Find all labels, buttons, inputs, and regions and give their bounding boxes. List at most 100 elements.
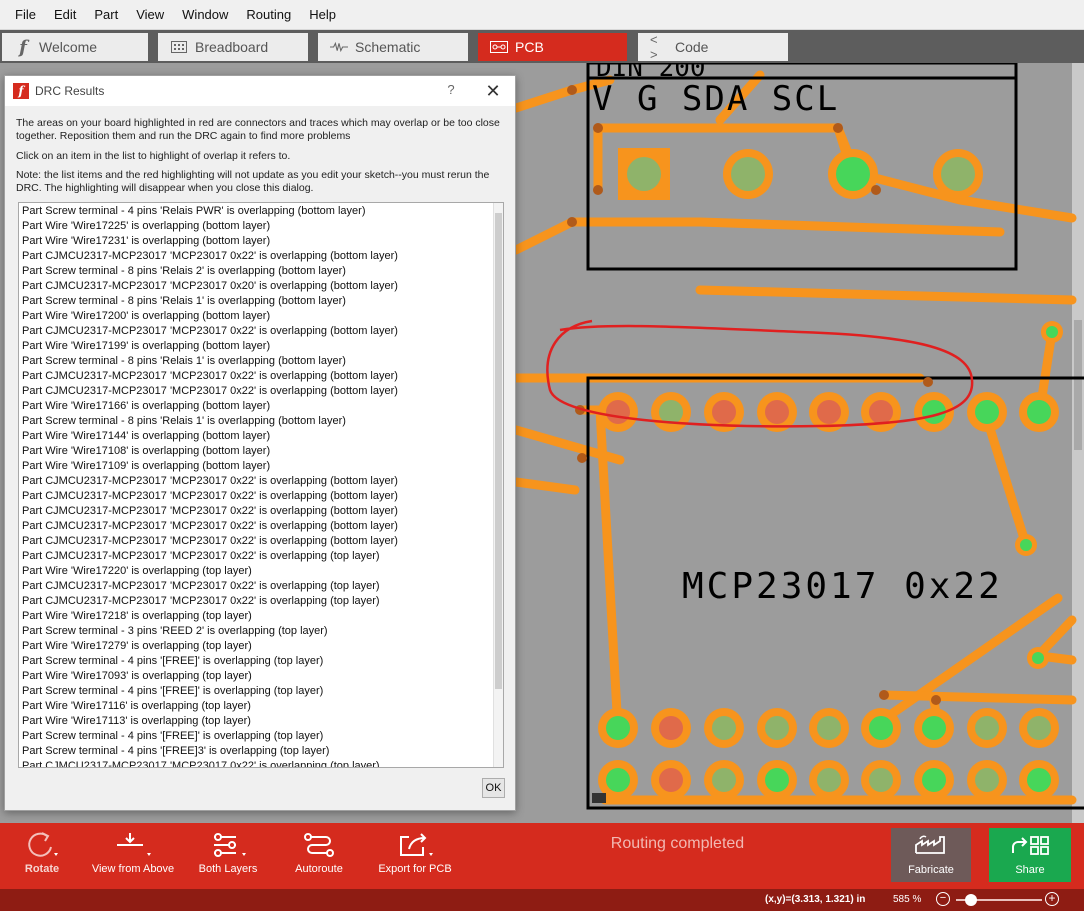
- drc-result-item[interactable]: Part CJMCU2317-MCP23017 'MCP23017 0x22' …: [22, 324, 503, 339]
- export-for-pcb-label: Export for PCB: [378, 863, 452, 875]
- chip-pads-row-2: [598, 708, 1059, 748]
- view-from-above-label: View from Above: [91, 863, 175, 875]
- zoom-slider-thumb[interactable]: [964, 894, 977, 906]
- tab-code[interactable]: < > Code: [638, 32, 788, 62]
- autoroute-button[interactable]: Autoroute: [288, 827, 350, 885]
- menu-routing[interactable]: Routing: [237, 0, 300, 30]
- drc-result-item[interactable]: Part Screw terminal - 4 pins '[FREE]' is…: [22, 729, 503, 744]
- fabricate-label: Fabricate: [908, 863, 954, 876]
- rotate-label: Rotate: [24, 863, 60, 875]
- autoroute-icon: [299, 827, 339, 861]
- both-layers-button[interactable]: Both Layers: [194, 827, 262, 885]
- drc-result-item[interactable]: Part Wire 'Wire17200' is overlapping (bo…: [22, 309, 503, 324]
- menu-file[interactable]: File: [6, 0, 45, 30]
- drc-result-item[interactable]: Part Screw terminal - 4 pins '[FREE]' is…: [22, 684, 503, 699]
- help-button[interactable]: ?: [441, 82, 461, 100]
- tab-label: Welcome: [39, 39, 98, 55]
- drc-result-item[interactable]: Part Wire 'Wire17220' is overlapping (to…: [22, 564, 503, 579]
- ok-button[interactable]: OK: [482, 778, 505, 798]
- dialog-title: DRC Results: [35, 84, 105, 98]
- drc-result-item[interactable]: Part CJMCU2317-MCP23017 'MCP23017 0x22' …: [22, 759, 503, 767]
- fritzing-logo-icon: f: [19, 36, 27, 58]
- drc-result-item[interactable]: Part CJMCU2317-MCP23017 'MCP23017 0x22' …: [22, 474, 503, 489]
- drc-result-item[interactable]: Part Wire 'Wire17279' is overlapping (to…: [22, 639, 503, 654]
- pcb-icon: [490, 39, 508, 55]
- drc-results-list[interactable]: Part Screw terminal - 4 pins 'Relais PWR…: [18, 202, 504, 768]
- drc-result-item[interactable]: Part Screw terminal - 3 pins 'REED 2' is…: [22, 624, 503, 639]
- share-label: Share: [1015, 863, 1045, 876]
- tab-pcb[interactable]: PCB: [478, 33, 627, 61]
- drc-result-item[interactable]: Part CJMCU2317-MCP23017 'MCP23017 0x22' …: [22, 519, 503, 534]
- drc-results-dialog: f DRC Results ? ✕ The areas on your boar…: [4, 75, 516, 811]
- drc-result-item[interactable]: Part Screw terminal - 8 pins 'Relais 1' …: [22, 354, 503, 369]
- fabricate-button[interactable]: Fabricate: [891, 828, 971, 882]
- schematic-icon: [330, 39, 348, 55]
- drc-result-item[interactable]: Part Screw terminal - 4 pins 'Relais PWR…: [22, 204, 503, 219]
- drc-result-item[interactable]: Part Screw terminal - 8 pins 'Relais 1' …: [22, 294, 503, 309]
- drc-result-item[interactable]: Part Wire 'Wire17116' is overlapping (to…: [22, 699, 503, 714]
- tab-breadboard[interactable]: Breadboard: [158, 33, 308, 61]
- drc-result-item[interactable]: Part CJMCU2317-MCP23017 'MCP23017 0x22' …: [22, 579, 503, 594]
- cursor-coordinates: (x,y)=(3.313, 1.321) in: [765, 894, 866, 905]
- list-scrollbar[interactable]: [493, 203, 503, 767]
- tab-schematic[interactable]: Schematic: [318, 33, 468, 61]
- drc-result-item[interactable]: Part CJMCU2317-MCP23017 'MCP23017 0x22' …: [22, 384, 503, 399]
- autoroute-label: Autoroute: [295, 863, 343, 875]
- export-for-pcb-button[interactable]: Export for PCB: [372, 827, 458, 885]
- view-from-above-icon: [113, 827, 153, 861]
- fritzing-app-icon: f: [13, 83, 29, 99]
- dialog-titlebar: f DRC Results ? ✕: [5, 76, 515, 106]
- breadboard-icon: [170, 39, 188, 55]
- drc-result-item[interactable]: Part Wire 'Wire17231' is overlapping (bo…: [22, 234, 503, 249]
- view-tab-bar: f Welcome Breadboard Schematic PCB < > C…: [0, 30, 1084, 63]
- drc-items: Part Screw terminal - 4 pins 'Relais PWR…: [19, 203, 503, 767]
- drc-result-item[interactable]: Part CJMCU2317-MCP23017 'MCP23017 0x20' …: [22, 279, 503, 294]
- menu-part[interactable]: Part: [85, 0, 127, 30]
- pcb-silk-pin-labels: V G SDA SCL: [592, 79, 839, 119]
- view-from-above-button[interactable]: View from Above: [88, 827, 178, 885]
- pcb-silk-chip-label: MCP23017 0x22: [682, 566, 1003, 607]
- share-icon: [1010, 835, 1050, 860]
- zoom-out-button[interactable]: −: [936, 892, 950, 906]
- drc-result-item[interactable]: Part Screw terminal - 4 pins '[FREE]3' i…: [22, 744, 503, 759]
- drc-result-item[interactable]: Part CJMCU2317-MCP23017 'MCP23017 0x22' …: [22, 549, 503, 564]
- drc-result-item[interactable]: Part Wire 'Wire17113' is overlapping (to…: [22, 714, 503, 729]
- drc-click-hint: Click on an item in the list to highligh…: [16, 150, 291, 162]
- drc-result-item[interactable]: Part CJMCU2317-MCP23017 'MCP23017 0x22' …: [22, 249, 503, 264]
- menu-view[interactable]: View: [127, 0, 173, 30]
- menu-help[interactable]: Help: [300, 0, 345, 30]
- tab-welcome[interactable]: f Welcome: [2, 33, 148, 61]
- rotate-button[interactable]: Rotate: [14, 827, 70, 885]
- share-button[interactable]: Share: [989, 828, 1071, 882]
- tab-label: PCB: [515, 39, 544, 55]
- drc-result-item[interactable]: Part Wire 'Wire17144' is overlapping (bo…: [22, 429, 503, 444]
- close-button[interactable]: ✕: [481, 80, 505, 102]
- drc-result-item[interactable]: Part CJMCU2317-MCP23017 'MCP23017 0x22' …: [22, 594, 503, 609]
- list-scroll-thumb[interactable]: [495, 213, 502, 689]
- drc-result-item[interactable]: Part Wire 'Wire17109' is overlapping (bo…: [22, 459, 503, 474]
- drc-result-item[interactable]: Part CJMCU2317-MCP23017 'MCP23017 0x22' …: [22, 489, 503, 504]
- tab-label: Schematic: [355, 39, 421, 55]
- factory-icon: [914, 835, 948, 860]
- drc-result-item[interactable]: Part CJMCU2317-MCP23017 'MCP23017 0x22' …: [22, 534, 503, 549]
- drc-result-item[interactable]: Part CJMCU2317-MCP23017 'MCP23017 0x22' …: [22, 504, 503, 519]
- drc-result-item[interactable]: Part CJMCU2317-MCP23017 'MCP23017 0x22' …: [22, 369, 503, 384]
- drc-result-item[interactable]: Part Wire 'Wire17225' is overlapping (bo…: [22, 219, 503, 234]
- both-layers-icon: [208, 827, 248, 861]
- drc-result-item[interactable]: Part Wire 'Wire17199' is overlapping (bo…: [22, 339, 503, 354]
- drc-result-item[interactable]: Part Wire 'Wire17166' is overlapping (bo…: [22, 399, 503, 414]
- drc-result-item[interactable]: Part Wire 'Wire17093' is overlapping (to…: [22, 669, 503, 684]
- drc-result-item[interactable]: Part Wire 'Wire17218' is overlapping (to…: [22, 609, 503, 624]
- menu-edit[interactable]: Edit: [45, 0, 85, 30]
- drc-result-item[interactable]: Part Wire 'Wire17108' is overlapping (bo…: [22, 444, 503, 459]
- zoom-in-button[interactable]: +: [1045, 892, 1059, 906]
- drc-intro-text: The areas on your board highlighted in r…: [16, 117, 500, 142]
- drc-result-item[interactable]: Part Screw terminal - 8 pins 'Relais 1' …: [22, 414, 503, 429]
- lock-icon: [592, 793, 606, 803]
- zoom-level: 585 %: [893, 894, 922, 905]
- menu-window[interactable]: Window: [173, 0, 237, 30]
- tab-label: Code: [675, 39, 709, 55]
- drc-result-item[interactable]: Part Screw terminal - 4 pins '[FREE]' is…: [22, 654, 503, 669]
- drc-result-item[interactable]: Part Screw terminal - 8 pins 'Relais 2' …: [22, 264, 503, 279]
- export-icon: [395, 827, 435, 861]
